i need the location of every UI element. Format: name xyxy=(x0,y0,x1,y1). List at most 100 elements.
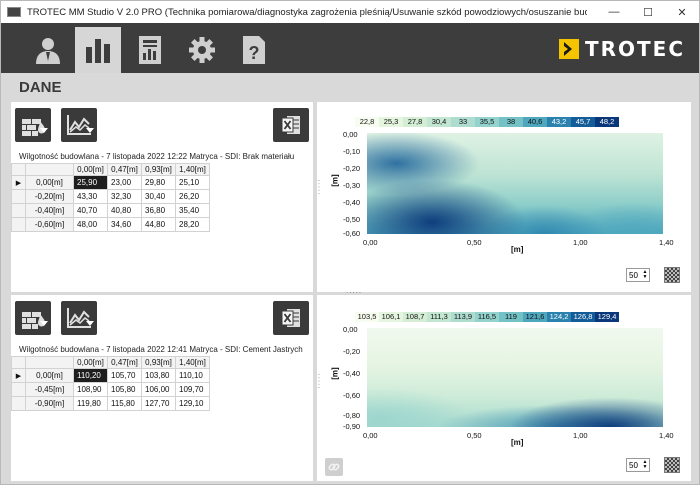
grid-cell[interactable]: 40,70 xyxy=(73,203,108,218)
grid-cell[interactable]: 115,80 xyxy=(107,396,142,411)
user-icon xyxy=(36,38,60,64)
horizontal-splitter[interactable]: ..... xyxy=(346,286,362,295)
scale-label: 116,5 xyxy=(475,312,499,322)
grid-cell[interactable]: 44,80 xyxy=(141,217,176,232)
main-toolbar: ? TROTEC xyxy=(1,23,699,73)
grid-cell[interactable]: 30,40 xyxy=(141,189,176,204)
row-selector[interactable] xyxy=(11,382,26,397)
current-row-indicator: ▶ xyxy=(11,175,26,190)
pattern-toggle-button[interactable] xyxy=(664,267,680,283)
help-button[interactable]: ? xyxy=(231,27,277,73)
grid-cell[interactable]: 40,80 xyxy=(107,203,142,218)
row-selector[interactable] xyxy=(11,189,26,204)
row-header[interactable]: -0,90[m] xyxy=(25,396,74,411)
grid-cell[interactable]: 48,00 xyxy=(73,217,108,232)
column-header[interactable]: 0,93[m] xyxy=(141,356,176,369)
interpolation-stepper[interactable]: 50 ▲ ▼ xyxy=(626,458,650,472)
row-header[interactable]: 0,00[m] xyxy=(25,368,74,383)
grid-caption: Wilgotność budowlana - 7 listopada 2022 … xyxy=(19,152,295,161)
column-header[interactable]: 0,47[m] xyxy=(107,356,142,369)
grid-cell[interactable]: 28,20 xyxy=(175,217,210,232)
scale-label: 108,7 xyxy=(403,312,427,322)
row-header[interactable]: -0,45[m] xyxy=(25,382,74,397)
row-header[interactable]: -0,40[m] xyxy=(25,203,74,218)
grid-cell[interactable]: 34,60 xyxy=(107,217,142,232)
y-tick: -0,60 xyxy=(343,229,361,238)
color-scale: 103,5 106,1 108,7 111,3 113,9 116,5 119 … xyxy=(355,312,619,322)
grid-cell[interactable]: 26,20 xyxy=(175,189,210,204)
interpolation-stepper[interactable]: 50 ▲ ▼ xyxy=(626,268,650,282)
row-header[interactable]: -0,60[m] xyxy=(25,217,74,232)
column-header[interactable]: 1,40[m] xyxy=(175,356,210,369)
grid-cell[interactable]: 105,80 xyxy=(107,382,142,397)
vertical-splitter[interactable]: ..... xyxy=(317,373,326,389)
column-header[interactable]: 0,47[m] xyxy=(107,163,142,176)
vertical-splitter[interactable]: ..... xyxy=(317,179,326,195)
grid-cell[interactable]: 29,80 xyxy=(141,175,176,190)
title-bar: TROTEC MM Studio V 2.0 PRO (Technika pom… xyxy=(1,1,699,23)
customers-button[interactable] xyxy=(25,27,71,73)
grid-cell[interactable]: 105,70 xyxy=(107,368,142,383)
report-button[interactable] xyxy=(127,27,173,73)
table-row[interactable]: ▶ 0,00[m] 110,20 105,70 103,80 110,10 xyxy=(11,368,210,383)
row-selector[interactable] xyxy=(11,396,26,411)
table-row[interactable]: -0,20[m] 43,30 32,30 30,40 26,20 xyxy=(11,189,210,204)
table-row[interactable]: -0,60[m] 48,00 34,60 44,80 28,20 xyxy=(11,217,210,232)
table-row[interactable]: -0,40[m] 40,70 40,80 36,80 35,40 xyxy=(11,203,210,218)
scale-label: 121,6 xyxy=(523,312,547,322)
table-row[interactable]: ▶ 0,00[m] 25,90 23,00 29,80 25,10 xyxy=(11,175,210,190)
grid-header-row: 0,00[m] 0,47[m] 0,93[m] 1,40[m] xyxy=(11,163,210,176)
table-row[interactable]: -0,90[m] 119,80 115,80 127,70 129,10 xyxy=(11,396,210,411)
link-charts-button[interactable] xyxy=(325,458,343,476)
app-icon xyxy=(7,7,21,17)
grid-cell[interactable]: 129,10 xyxy=(175,396,210,411)
x-axis-label: [m] xyxy=(511,245,524,254)
grid-cell[interactable]: 25,90 xyxy=(73,175,108,190)
stepper-down-icon[interactable]: ▼ xyxy=(643,465,648,470)
chart-type-button[interactable] xyxy=(61,301,97,335)
column-header[interactable]: 0,93[m] xyxy=(141,163,176,176)
grid-cell[interactable]: 35,40 xyxy=(175,203,210,218)
material-select-button[interactable] xyxy=(15,301,51,335)
grid-cell[interactable]: 127,70 xyxy=(141,396,176,411)
grid-cell[interactable]: 110,20 xyxy=(73,368,108,383)
grid-cell[interactable]: 103,80 xyxy=(141,368,176,383)
row-selector[interactable] xyxy=(11,203,26,218)
grid-cell[interactable]: 110,10 xyxy=(175,368,210,383)
settings-button[interactable] xyxy=(179,27,225,73)
grid-cell[interactable]: 36,80 xyxy=(141,203,176,218)
grid-cell[interactable]: 106,00 xyxy=(141,382,176,397)
row-header[interactable]: -0,20[m] xyxy=(25,189,74,204)
maximize-button[interactable]: ☐ xyxy=(631,1,665,23)
grid-cell[interactable]: 32,30 xyxy=(107,189,142,204)
grid-cell[interactable]: 108,90 xyxy=(73,382,108,397)
grid-cell[interactable]: 119,80 xyxy=(73,396,108,411)
material-select-button[interactable] xyxy=(15,108,51,142)
grid-cell[interactable]: 43,30 xyxy=(73,189,108,204)
column-header[interactable]: 0,00[m] xyxy=(73,356,108,369)
row-header[interactable]: 0,00[m] xyxy=(25,175,74,190)
grid-cell[interactable]: 109,70 xyxy=(175,382,210,397)
heatmap-plot[interactable] xyxy=(367,328,663,427)
excel-export-button[interactable] xyxy=(273,301,309,335)
grid-cell[interactable]: 23,00 xyxy=(107,175,142,190)
data-tab-button[interactable] xyxy=(75,27,121,73)
excel-export-button[interactable] xyxy=(273,108,309,142)
grid-corner-label xyxy=(25,356,74,369)
heatmap-plot[interactable] xyxy=(367,133,663,234)
brand-name: TROTEC xyxy=(584,37,685,61)
table-row[interactable]: -0,45[m] 108,90 105,80 106,00 109,70 xyxy=(11,382,210,397)
close-button[interactable]: ✕ xyxy=(665,1,699,23)
page-title: DANE xyxy=(19,79,62,96)
x-tick: 1,00 xyxy=(573,431,588,440)
grid-cell[interactable]: 25,10 xyxy=(175,175,210,190)
column-header[interactable]: 0,00[m] xyxy=(73,163,108,176)
y-tick: -0,50 xyxy=(343,215,361,224)
chart-type-button[interactable] xyxy=(61,108,97,142)
row-selector[interactable] xyxy=(11,217,26,232)
stepper-down-icon[interactable]: ▼ xyxy=(643,275,648,280)
minimize-button[interactable]: — xyxy=(597,1,631,23)
column-header[interactable]: 1,40[m] xyxy=(175,163,210,176)
pattern-toggle-button[interactable] xyxy=(664,457,680,473)
gear-icon xyxy=(189,37,215,63)
